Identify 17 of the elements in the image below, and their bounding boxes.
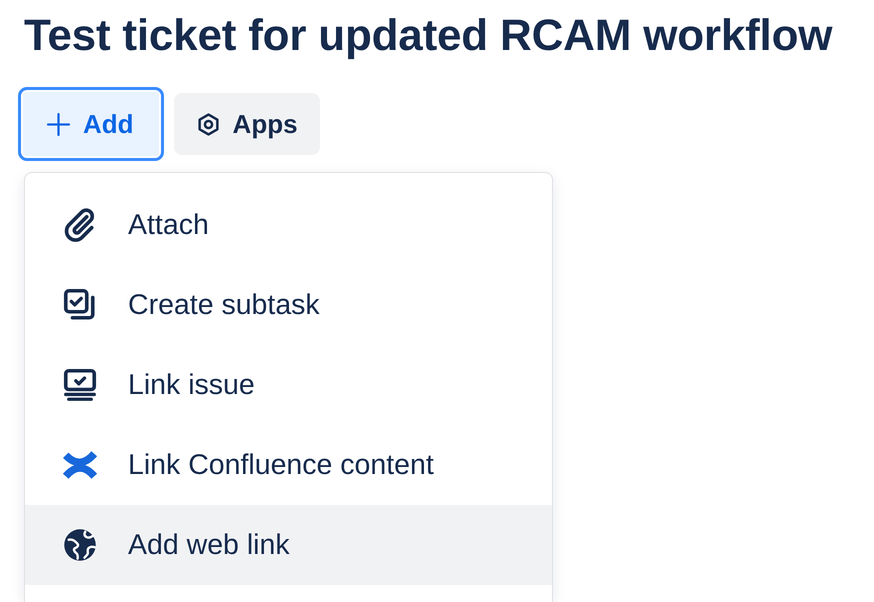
menu-item-label: Add web link <box>128 528 290 563</box>
menu-item[interactable]: Add web link <box>25 505 552 585</box>
monitor-check-icon <box>62 367 98 403</box>
toolbar-button[interactable]: Add <box>18 87 164 161</box>
toolbar-button[interactable]: Apps <box>174 93 320 155</box>
menu-item[interactable]: Link issue <box>25 345 552 425</box>
menu-item-label: Link issue <box>128 368 255 403</box>
menu-item[interactable]: Create subtask <box>25 265 552 345</box>
menu-item-label: Link Confluence content <box>128 448 434 483</box>
menu-item[interactable]: Attach <box>25 185 552 265</box>
menu-item-label: Attach <box>128 208 209 243</box>
hexagon-icon <box>196 112 221 136</box>
menu-item-label: Create subtask <box>128 288 320 323</box>
plus-icon <box>46 112 71 136</box>
ticket-title: Test ticket for updated RCAM workflow <box>24 10 832 62</box>
menu-item[interactable]: Link Confluence content <box>25 425 552 505</box>
globe-icon <box>62 527 98 563</box>
